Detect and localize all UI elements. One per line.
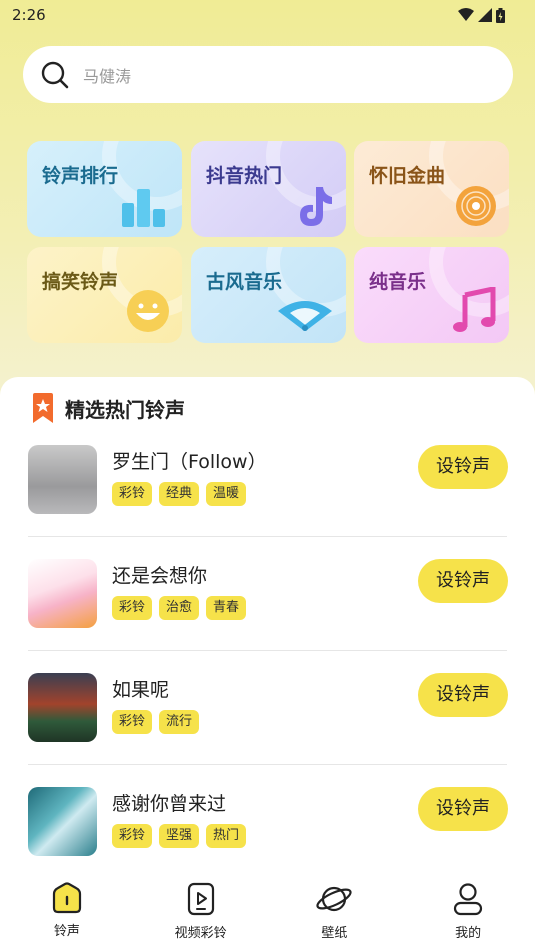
category-funny-ringtones[interactable]: 搞笑铃声 bbox=[27, 247, 182, 343]
music-note-icon bbox=[453, 287, 496, 332]
section-header: 精选热门铃声 bbox=[31, 393, 185, 423]
nav-item-wallpapers[interactable]: 壁纸 bbox=[268, 870, 402, 951]
tag: 温暖 bbox=[206, 482, 247, 506]
tag-list: 彩铃 坚强 热门 bbox=[112, 824, 247, 848]
tag: 彩铃 bbox=[112, 824, 153, 848]
divider bbox=[28, 650, 507, 651]
song-cover bbox=[28, 673, 97, 742]
nav-label: 铃声 bbox=[53, 924, 80, 939]
smiley-icon bbox=[127, 290, 169, 332]
nav-label: 壁纸 bbox=[321, 926, 348, 941]
category-ancient-style-music[interactable]: 古风音乐 bbox=[191, 247, 346, 343]
set-ringtone-button[interactable]: 设铃声 bbox=[418, 787, 508, 831]
tiktok-note-icon bbox=[300, 187, 332, 226]
signal-icon bbox=[478, 8, 492, 22]
tag: 坚强 bbox=[159, 824, 200, 848]
song-row[interactable]: 如果呢 彩铃 流行 设铃声 bbox=[28, 673, 508, 743]
search-bar[interactable]: 马健涛 bbox=[23, 46, 513, 103]
nav-label: 视频彩铃 bbox=[174, 926, 227, 941]
set-ringtone-button[interactable]: 设铃声 bbox=[418, 445, 508, 489]
song-title: 还是会想你 bbox=[112, 565, 208, 587]
tag: 热门 bbox=[206, 824, 247, 848]
planet-icon bbox=[316, 886, 352, 912]
category-label: 怀旧金曲 bbox=[369, 165, 446, 187]
song-cover bbox=[28, 787, 97, 856]
song-row[interactable]: 罗生门（Follow） 彩铃 经典 温暖 设铃声 bbox=[28, 445, 508, 515]
category-label: 铃声排行 bbox=[42, 165, 119, 187]
tag-list: 彩铃 流行 bbox=[112, 710, 200, 734]
status-bar: 2:26 bbox=[0, 0, 535, 30]
set-ringtone-button[interactable]: 设铃声 bbox=[418, 673, 508, 717]
bottom-nav: 铃声 视频彩铃 壁纸 我的 bbox=[0, 870, 535, 951]
nav-label: 我的 bbox=[455, 926, 482, 941]
category-label: 纯音乐 bbox=[369, 271, 427, 293]
folding-fan-icon bbox=[278, 301, 332, 331]
category-label: 抖音热门 bbox=[206, 165, 283, 187]
category-nostalgic-classics[interactable]: 怀旧金曲 bbox=[354, 141, 509, 237]
song-title: 罗生门（Follow） bbox=[112, 451, 267, 473]
nav-item-video-ringtones[interactable]: 视频彩铃 bbox=[134, 870, 268, 951]
category-pure-music[interactable]: 纯音乐 bbox=[354, 247, 509, 343]
status-icons bbox=[458, 7, 505, 23]
tag: 彩铃 bbox=[112, 710, 153, 734]
song-cover bbox=[28, 445, 97, 514]
category-douyin-hot[interactable]: 抖音热门 bbox=[191, 141, 346, 237]
video-ringtone-icon bbox=[187, 882, 214, 916]
set-ringtone-button[interactable]: 设铃声 bbox=[418, 559, 508, 603]
song-title: 如果呢 bbox=[112, 679, 170, 701]
category-label: 搞笑铃声 bbox=[42, 271, 119, 293]
divider bbox=[28, 536, 507, 537]
bar-chart-icon bbox=[122, 189, 165, 227]
tag: 流行 bbox=[159, 710, 200, 734]
tag: 彩铃 bbox=[112, 596, 153, 620]
tag-list: 彩铃 经典 温暖 bbox=[112, 482, 247, 506]
vinyl-disc-icon bbox=[456, 186, 496, 226]
tag: 青春 bbox=[206, 596, 247, 620]
person-icon bbox=[454, 883, 483, 916]
status-time: 2:26 bbox=[12, 6, 46, 24]
tag: 彩铃 bbox=[112, 482, 153, 506]
wifi-icon bbox=[458, 8, 474, 21]
song-row[interactable]: 感谢你曾来过 彩铃 坚强 热门 设铃声 bbox=[28, 787, 508, 857]
nav-item-ringtones[interactable]: 铃声 bbox=[0, 870, 134, 951]
song-title: 感谢你曾来过 bbox=[112, 793, 227, 815]
song-cover bbox=[28, 559, 97, 628]
nav-item-mine[interactable]: 我的 bbox=[401, 870, 535, 951]
tag: 经典 bbox=[159, 482, 200, 506]
home-bell-icon bbox=[52, 882, 81, 914]
search-icon bbox=[41, 61, 69, 88]
section-title: 精选热门铃声 bbox=[65, 397, 185, 422]
tag: 治愈 bbox=[159, 596, 200, 620]
bookmark-star-icon bbox=[33, 393, 53, 423]
search-placeholder: 马健涛 bbox=[83, 66, 132, 86]
battery-icon bbox=[496, 7, 505, 23]
divider bbox=[28, 764, 507, 765]
category-label: 古风音乐 bbox=[206, 271, 283, 293]
tag-list: 彩铃 治愈 青春 bbox=[112, 596, 247, 620]
category-ringtone-ranking[interactable]: 铃声排行 bbox=[27, 141, 182, 237]
song-row[interactable]: 还是会想你 彩铃 治愈 青春 设铃声 bbox=[28, 559, 508, 629]
